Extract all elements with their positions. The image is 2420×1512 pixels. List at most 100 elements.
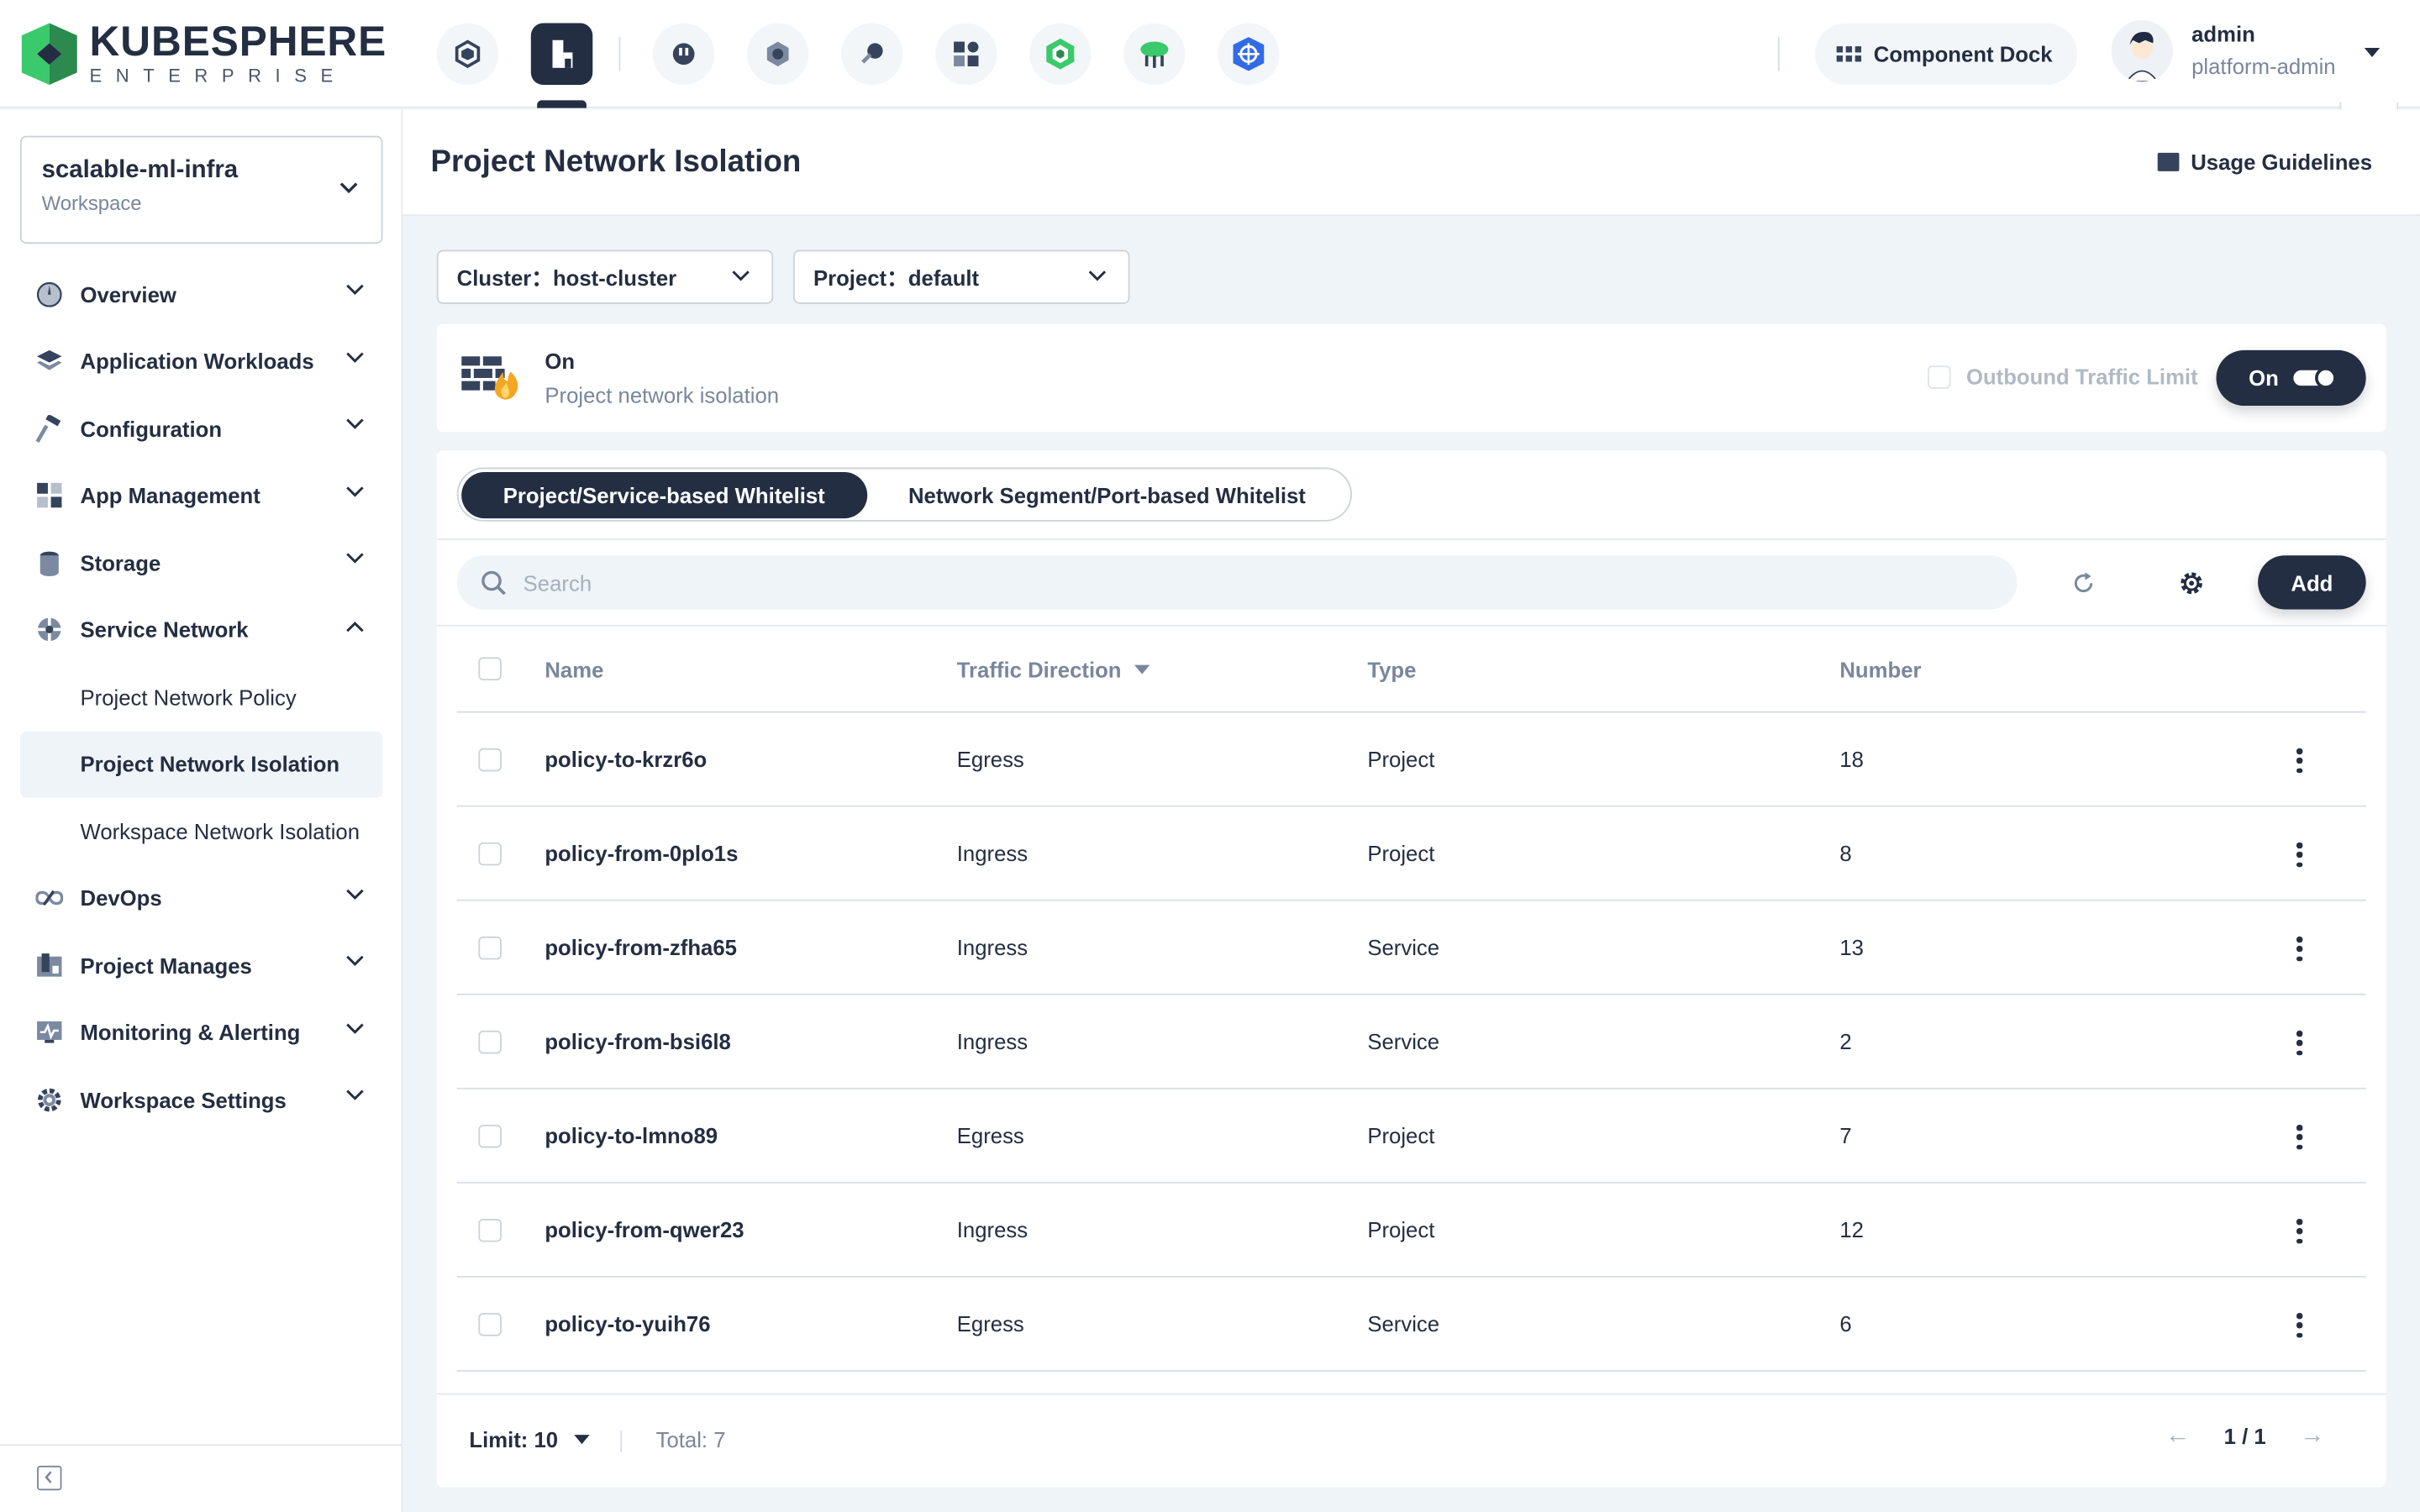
apps-icon[interactable] [935,23,997,86]
row-checkbox[interactable] [478,1030,502,1054]
search-input[interactable] [523,570,1912,596]
sidebar-item-app-management[interactable]: App Management [20,462,383,529]
column-header-type[interactable]: Type [1367,657,1416,681]
plug-icon[interactable] [652,23,715,86]
policy-name[interactable]: policy-to-krzr6o [544,747,707,771]
add-button[interactable]: Add [2258,555,2366,610]
arrow-left-icon[interactable]: ← [2165,1422,2190,1450]
table-row[interactable]: policy-to-krzr6o Egress Project 18 [456,713,2366,807]
logo[interactable]: KUBESPHERE ENTERPRISE [21,18,387,87]
policy-name[interactable]: policy-from-bsi6l8 [544,1029,730,1053]
component-dock-button[interactable]: Component Dock [1814,23,2077,86]
sidebar-item-label: Project Manages [80,953,252,979]
pagination: ← 1 / 1 → [2165,1422,2325,1450]
row-checkbox[interactable] [478,936,502,960]
table-row[interactable]: policy-from-bsi6l8 Ingress Service 2 [456,995,2366,1089]
cloud-icon[interactable] [1123,23,1186,86]
table-row[interactable]: policy-from-0plo1s Ingress Project 8 [456,807,2366,901]
sidebar-item-overview[interactable]: Overview [20,260,383,328]
row-checkbox[interactable] [478,1313,502,1336]
helm-icon[interactable] [1218,23,1280,86]
policy-name[interactable]: policy-from-zfha65 [544,935,737,959]
tab-network-segment-whitelist[interactable]: Network Segment/Port-based Whitelist [866,471,1347,517]
sidebar-item-project-network-policy[interactable]: Project Network Policy [20,664,383,731]
more-options-icon[interactable] [2287,1029,2312,1057]
sidebar-item-workspace-network-isolation[interactable]: Workspace Network Isolation [20,798,383,865]
sidebar-item-project-network-isolation[interactable]: Project Network Isolation [19,730,383,798]
sidebar-item-application-workloads[interactable]: Application Workloads [20,328,383,395]
policy-name[interactable]: policy-to-yuih76 [544,1311,710,1336]
policy-type: Service [1367,935,1440,960]
row-checkbox[interactable] [478,842,502,866]
policy-number: 12 [1839,1217,1864,1242]
policy-name[interactable]: policy-from-qwer23 [544,1217,744,1242]
column-header-traffic-direction[interactable]: Traffic Direction [956,657,1150,682]
sidebar-item-workspace-settings[interactable]: Workspace Settings [20,1066,383,1133]
caret-down-icon[interactable] [2364,47,2381,57]
policy-type: Project [1367,746,1435,772]
sidebar-item-storage[interactable]: Storage [20,529,383,596]
chevron-down-icon [732,270,750,281]
sidebar-item-service-network[interactable]: Service Network [20,596,383,664]
arrow-right-icon[interactable]: → [2300,1422,2324,1450]
divider [618,37,621,71]
usage-guidelines-link[interactable]: Usage Guidelines [2156,150,2372,175]
policy-number: 18 [1839,746,1864,772]
traffic-direction: Egress [956,1123,1024,1148]
hammer-icon [35,414,63,443]
table-row[interactable]: policy-to-lmno89 Egress Project 7 [456,1089,2366,1184]
row-checkbox[interactable] [478,748,502,772]
sidebar-item-configuration[interactable]: Configuration [20,395,383,462]
key-icon[interactable] [841,23,903,86]
cube-icon[interactable] [436,23,499,86]
table-row[interactable]: policy-from-qwer23 Ingress Project 12 [456,1184,2366,1278]
more-options-icon[interactable] [2287,747,2312,774]
more-options-icon[interactable] [2287,935,2312,963]
sidebar-item-monitoring-alerting[interactable]: Monitoring & Alerting [20,999,383,1066]
gauge-icon [35,281,63,308]
table-row[interactable]: policy-to-yuih76 Egress Service 6 [456,1278,2366,1372]
building-icon[interactable] [530,23,593,86]
active-nav-indicator [537,100,587,108]
outbound-traffic-limit[interactable]: Outbound Traffic Limit [1928,364,2198,389]
gear-icon [35,1086,63,1114]
sidebar-item-devops[interactable]: DevOps [20,864,383,932]
refresh-icon[interactable] [2068,568,2099,599]
brand-subtitle: ENTERPRISE [89,65,347,87]
sidebar-item-label: Storage [80,550,161,575]
column-header-number[interactable]: Number [1839,657,1921,681]
project-select-value: Project：default [813,264,980,290]
workspace-selector[interactable]: scalable-ml-infra Workspace [19,135,383,244]
column-header-label: Traffic Direction [956,657,1122,682]
row-checkbox[interactable] [478,1124,502,1148]
chevron-up-icon [346,621,364,632]
hexagon-icon[interactable] [746,23,809,86]
outbound-traffic-checkbox[interactable] [1928,365,1951,388]
isolation-toggle[interactable]: On [2216,349,2366,407]
user-menu[interactable]: admin platform-admin [2111,18,2336,83]
outbound-traffic-label: Outbound Traffic Limit [1965,364,2198,389]
tab-project-service-whitelist[interactable]: Project/Service-based Whitelist [461,471,867,518]
package-icon[interactable] [1029,23,1092,86]
more-options-icon[interactable] [2287,1311,2312,1339]
chevron-down-icon [346,1089,364,1100]
policy-type: Service [1367,1029,1440,1054]
sidebar-item-project-manages[interactable]: Project Manages [20,932,383,999]
page-size-select[interactable]: Limit: 10 [469,1427,589,1452]
row-checkbox[interactable] [478,1218,502,1242]
policy-name[interactable]: policy-from-0plo1s [544,841,738,865]
policy-name[interactable]: policy-to-lmno89 [544,1123,718,1147]
select-all-checkbox[interactable] [478,657,502,680]
more-options-icon[interactable] [2287,841,2312,869]
table-row[interactable]: policy-from-zfha65 Ingress Service 13 [456,901,2366,995]
more-options-icon[interactable] [2287,1123,2312,1151]
more-options-icon[interactable] [2287,1217,2312,1245]
brand-title: KUBESPHERE [89,18,387,66]
user-role: platform-admin [2191,54,2336,79]
collapse-sidebar-icon[interactable] [37,1465,62,1491]
column-header-name[interactable]: Name [544,657,603,681]
cluster-select[interactable]: Cluster：host-cluster [436,249,774,304]
traffic-direction: Ingress [956,1029,1028,1054]
project-select[interactable]: Project：default [793,249,1130,304]
gear-icon[interactable] [2176,568,2207,599]
